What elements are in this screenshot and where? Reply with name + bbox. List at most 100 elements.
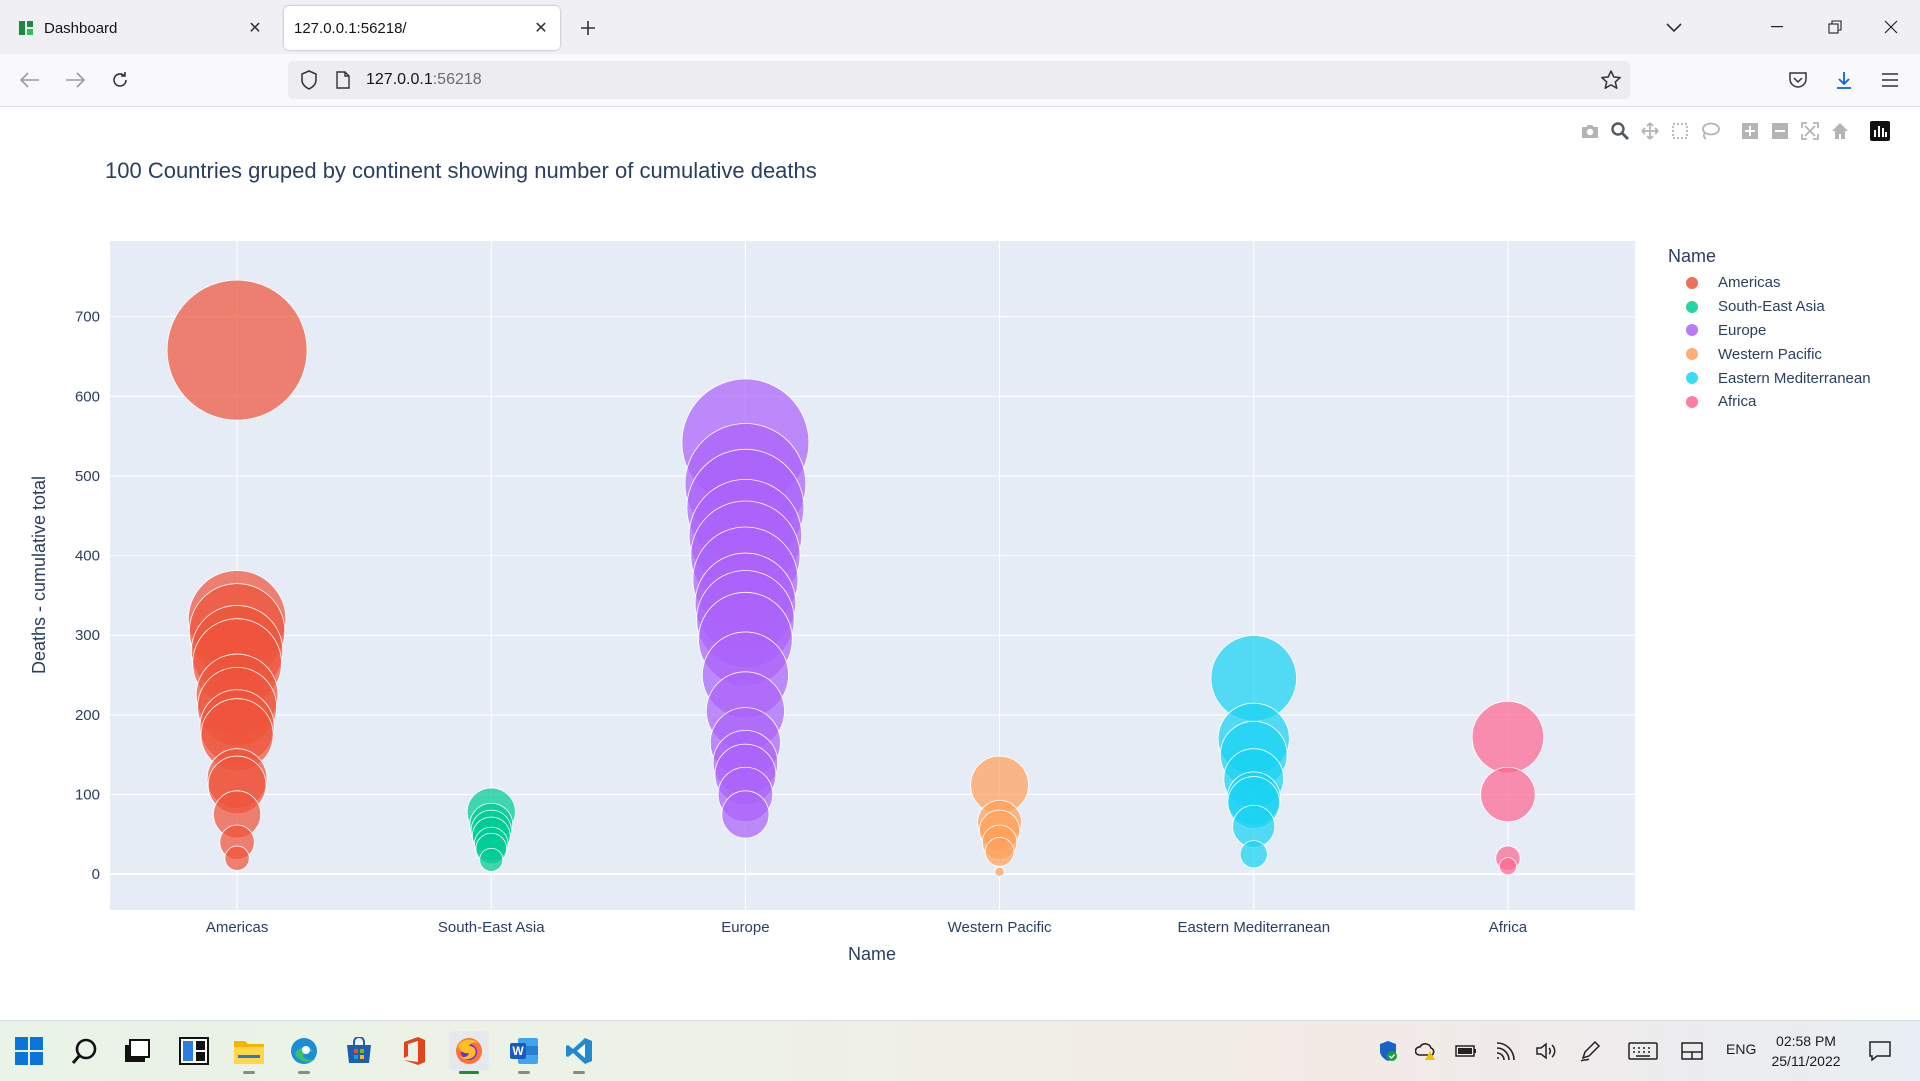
x-tick-label: Western Pacific (948, 919, 1052, 936)
legend-label: South-East Asia (1718, 298, 1825, 316)
legend-marker-icon (1686, 395, 1698, 408)
word-icon[interactable]: W (504, 1031, 544, 1074)
svg-text:W: W (512, 1044, 524, 1058)
legend-marker-icon (1686, 372, 1698, 385)
bubble-point[interactable] (1498, 857, 1517, 876)
vscode-icon[interactable] (559, 1031, 599, 1074)
tab-title: 127.0.0.1:56218/ (294, 19, 407, 37)
running-indicator (243, 1071, 255, 1074)
edge-icon[interactable] (284, 1031, 324, 1074)
pen-menu-icon[interactable] (1578, 1040, 1602, 1062)
running-indicator (518, 1071, 530, 1074)
firefox-icon[interactable] (449, 1031, 489, 1074)
volume-icon[interactable] (1534, 1040, 1558, 1062)
legend-item[interactable]: Eastern Mediterranean (1668, 366, 1871, 390)
legend-marker-icon (1686, 276, 1698, 289)
legend-label: Africa (1718, 393, 1757, 411)
legend-marker-icon (1686, 300, 1698, 313)
x-tick-label: South-East Asia (438, 919, 545, 936)
network-icon[interactable] (1494, 1040, 1518, 1062)
legend-item[interactable]: South-East Asia (1668, 295, 1871, 319)
bubble-point[interactable] (479, 847, 504, 872)
legend-marker-icon (1686, 348, 1698, 361)
start-icon[interactable] (9, 1031, 49, 1071)
y-tick-label: 300 (75, 627, 100, 644)
tablet-mode-icon[interactable] (1680, 1040, 1704, 1062)
tracking-protection-shield-icon[interactable] (300, 70, 318, 95)
plot-area[interactable] (110, 241, 1635, 910)
tab-dashboard[interactable]: Dashboard ✕ (8, 6, 274, 50)
bubble-point[interactable] (721, 790, 770, 839)
search-icon[interactable] (65, 1031, 105, 1071)
battery-icon[interactable] (1454, 1040, 1478, 1062)
legend-item[interactable]: Africa (1668, 390, 1871, 414)
running-indicator (298, 1071, 310, 1074)
close-window-icon[interactable] (1868, 8, 1914, 46)
navigation-toolbar: 127.0.0.1:56218 (0, 54, 1920, 107)
minimize-window-icon[interactable] (1754, 8, 1800, 46)
office-icon[interactable] (394, 1031, 434, 1071)
y-tick-label: 200 (75, 707, 100, 724)
x-tick-label: Europe (721, 919, 769, 936)
file-explorer-icon[interactable] (229, 1031, 269, 1074)
app-menu-hamburger-icon[interactable] (1874, 64, 1906, 96)
legend-label: Eastern Mediterranean (1718, 369, 1871, 387)
tab-title: Dashboard (44, 19, 118, 37)
y-tick-label: 0 (92, 866, 100, 883)
forward-arrow-icon[interactable] (59, 64, 91, 96)
restore-window-icon[interactable] (1812, 8, 1858, 46)
taskbar-clock[interactable]: 02:58 PM 25/11/2022 (1766, 1031, 1846, 1071)
close-tab-icon[interactable]: ✕ (242, 15, 268, 41)
input-language-indicator[interactable]: ENG (1726, 1041, 1756, 1057)
touch-keyboard-icon[interactable] (1628, 1040, 1658, 1062)
bubble-point[interactable] (1239, 840, 1268, 869)
windows-taskbar: W ENG 02:58 PM 25/11/2022 (0, 1020, 1920, 1081)
bubble-point[interactable] (1480, 766, 1536, 823)
pocket-icon[interactable] (1782, 64, 1814, 96)
y-axis-label: Deaths - cumulative total (29, 476, 49, 674)
legend-label: Western Pacific (1718, 345, 1822, 363)
tab-strip: Dashboard ✕ 127.0.0.1:56218/ ✕ (0, 0, 1920, 54)
bubble-point[interactable] (994, 866, 1005, 877)
legend-item[interactable]: Europe (1668, 319, 1871, 343)
bubble-chart[interactable]: 0 100 200 300 400 500 600 700 Americas South-East… (0, 106, 1920, 1020)
list-all-tabs-chevron-down-icon[interactable] (1658, 12, 1690, 44)
url-text[interactable]: 127.0.0.1:56218 (366, 71, 482, 89)
widgets-icon[interactable] (174, 1031, 214, 1071)
legend-title: Name (1668, 246, 1717, 266)
x-tick-label: Eastern Mediterranean (1177, 919, 1330, 936)
bubble-point[interactable] (224, 845, 250, 871)
bookmark-star-icon[interactable] (1600, 69, 1622, 96)
store-icon[interactable] (339, 1031, 379, 1071)
legend-label: Europe (1718, 321, 1767, 339)
windows-security-shield-icon[interactable] (1376, 1040, 1400, 1062)
clock-date: 25/11/2022 (1771, 1053, 1841, 1069)
bubble-point[interactable] (1471, 700, 1545, 774)
close-tab-icon[interactable]: ✕ (528, 15, 554, 41)
page-info-icon[interactable] (336, 71, 350, 94)
active-indicator (459, 1071, 479, 1074)
legend-item[interactable]: Western Pacific (1668, 342, 1871, 366)
notifications-icon[interactable] (1868, 1040, 1892, 1062)
legend-label: Americas (1718, 274, 1781, 292)
dashboard-favicon-icon (18, 20, 34, 36)
new-tab-button[interactable] (572, 12, 604, 44)
onedrive-warning-icon[interactable] (1414, 1040, 1438, 1062)
legend-item[interactable]: Americas (1668, 271, 1871, 295)
url-host: 127.0.0.1 (366, 71, 433, 88)
tab-active[interactable]: 127.0.0.1:56218/ ✕ (284, 6, 560, 50)
task-view-icon[interactable] (117, 1031, 157, 1071)
x-tick-label: Africa (1489, 919, 1528, 936)
bubble-point[interactable] (984, 837, 1015, 867)
reload-icon[interactable] (104, 64, 136, 96)
back-arrow-icon[interactable] (14, 64, 46, 96)
url-port: :56218 (432, 71, 482, 88)
address-bar[interactable]: 127.0.0.1:56218 (288, 61, 1630, 99)
y-tick-label: 700 (75, 309, 100, 326)
bubble-point[interactable] (166, 279, 308, 421)
running-indicator (573, 1071, 585, 1074)
downloads-icon[interactable] (1828, 64, 1860, 96)
clock-time: 02:58 PM (1776, 1033, 1836, 1049)
y-tick-label: 100 (75, 787, 100, 804)
x-axis-label: Name (848, 944, 896, 964)
